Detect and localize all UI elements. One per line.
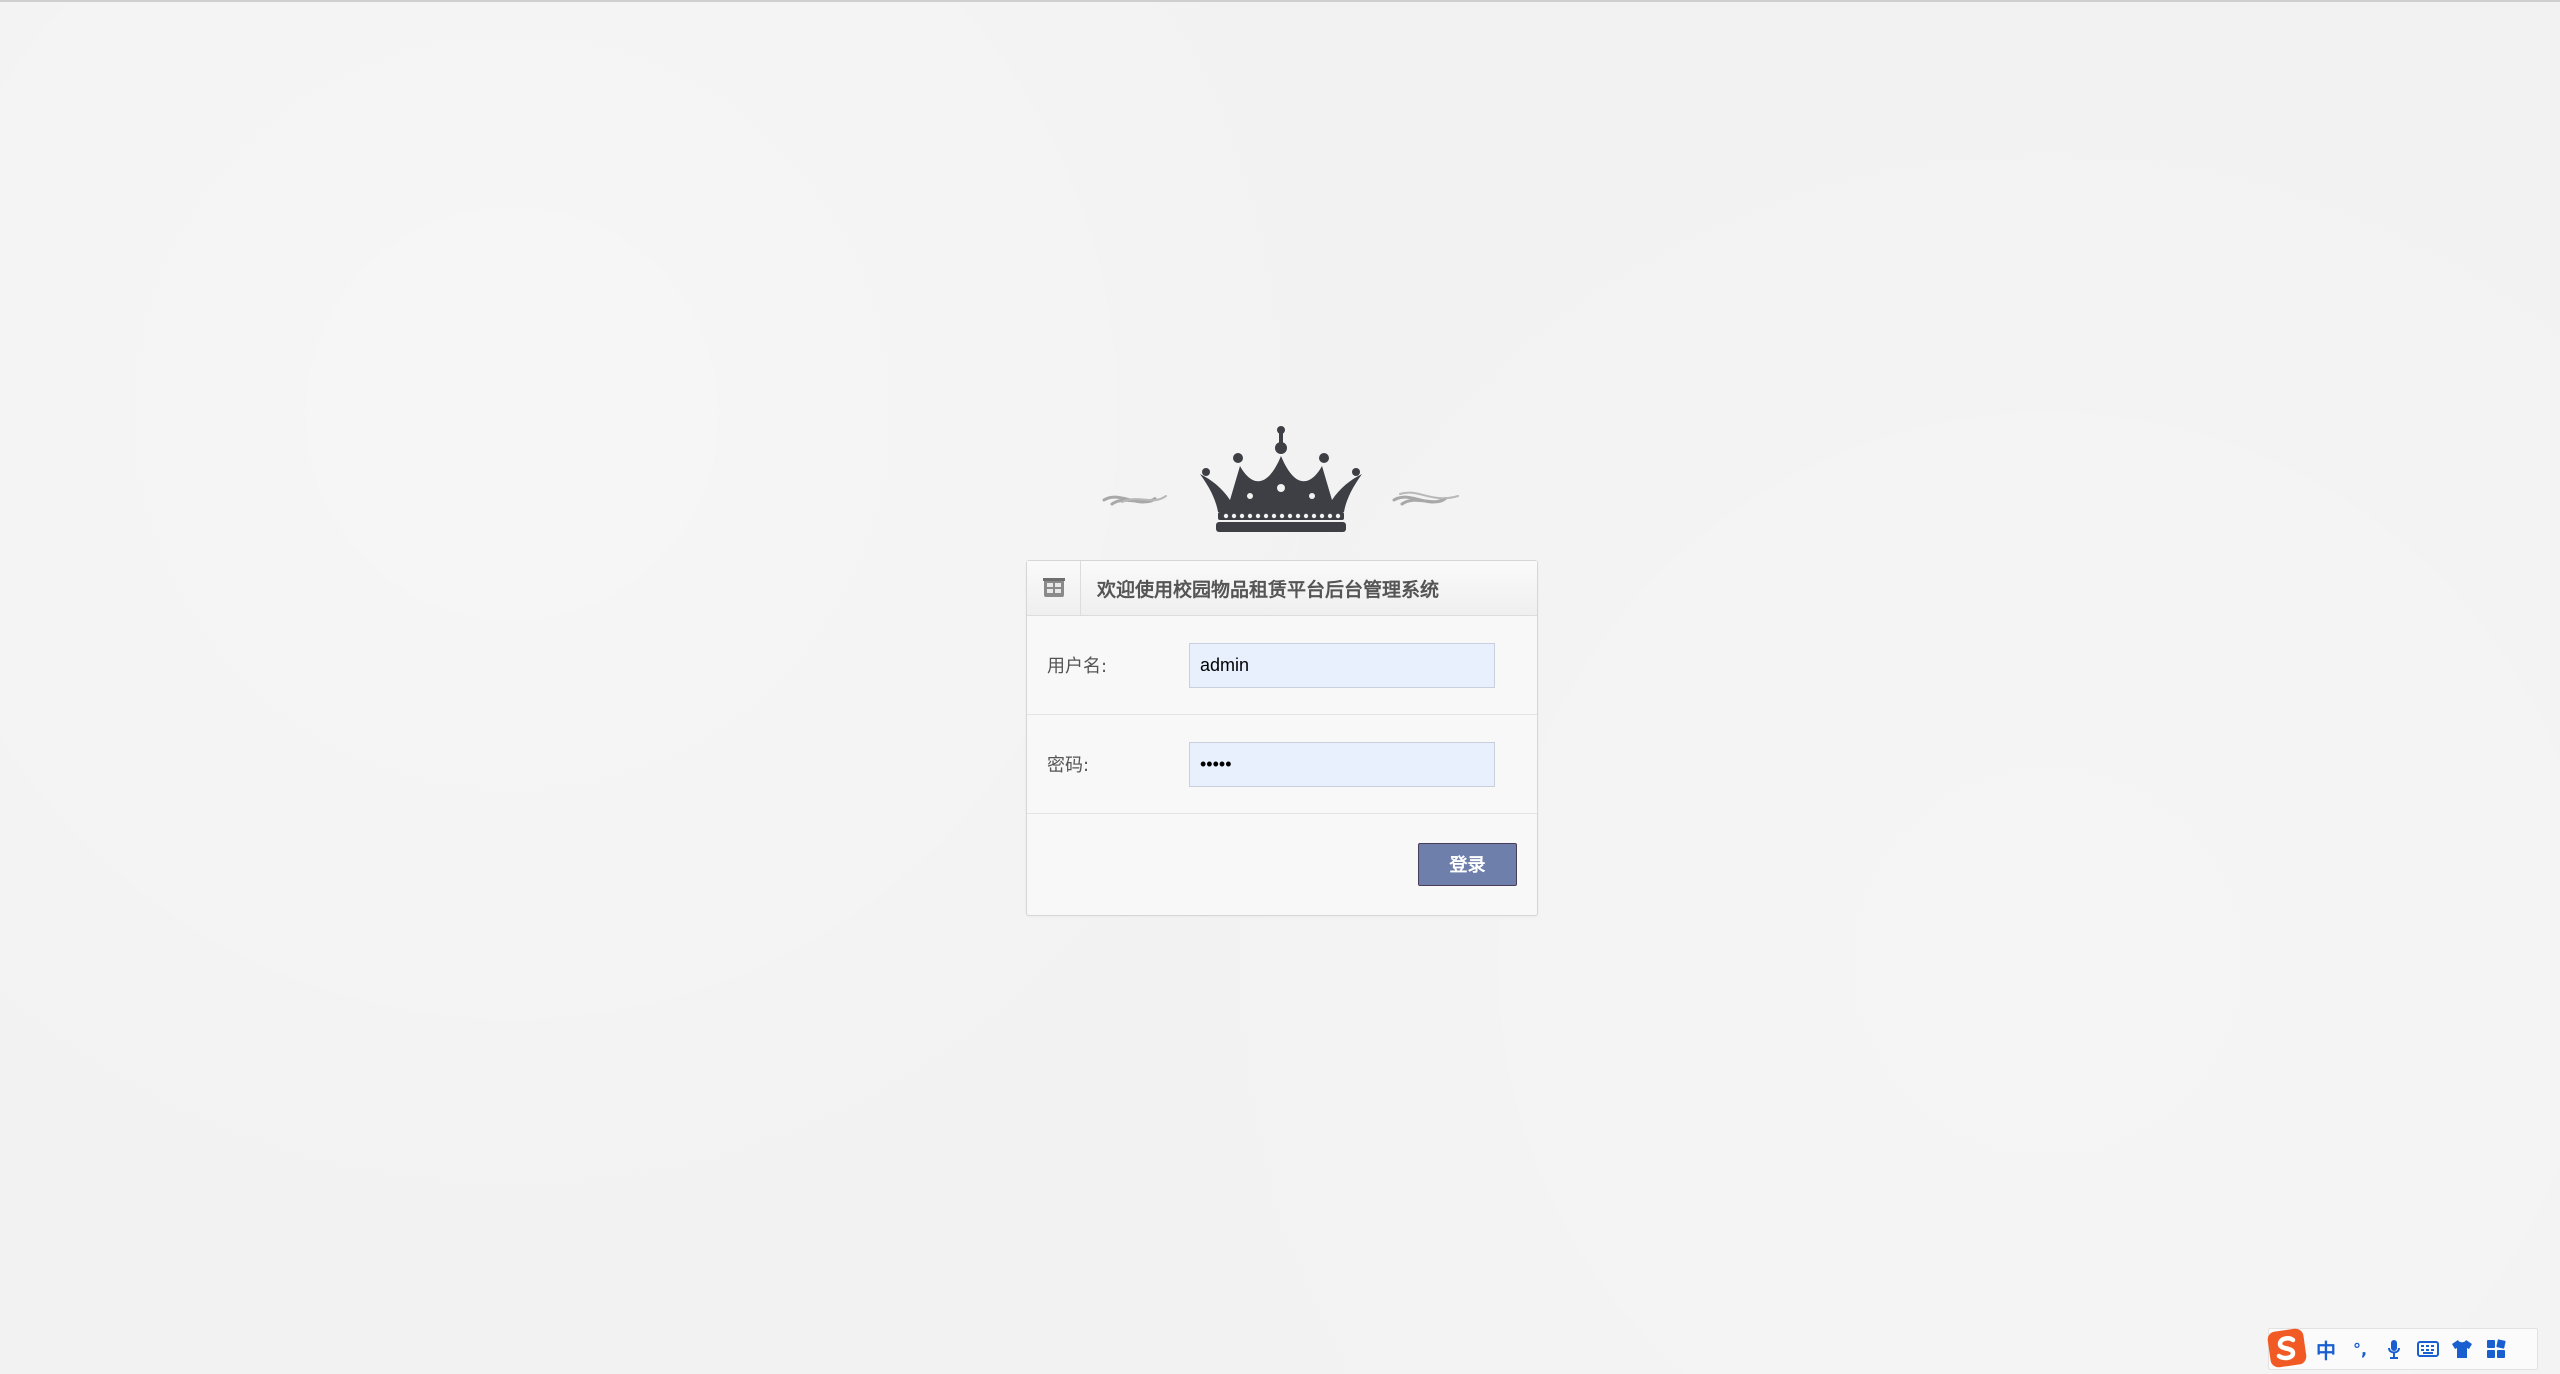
- keyboard-icon[interactable]: [2411, 1331, 2445, 1367]
- username-row: 用户名:: [1027, 616, 1537, 715]
- ime-toolbar: 中 °,: [2265, 1326, 2538, 1370]
- microphone-icon[interactable]: [2377, 1331, 2411, 1367]
- username-input[interactable]: [1189, 642, 1495, 688]
- login-page: 欢迎使用校园物品租赁平台后台管理系统 用户名: 密码: 登录 中 °,: [0, 0, 2560, 1374]
- password-label: 密码:: [1047, 755, 1090, 776]
- username-label: 用户名:: [1047, 656, 1108, 677]
- login-header: 欢迎使用校园物品租赁平台后台管理系统: [1027, 561, 1537, 616]
- building-icon: [1042, 578, 1065, 597]
- password-row: 密码:: [1027, 715, 1537, 814]
- password-input[interactable]: [1189, 741, 1495, 787]
- building-icon-box: [1027, 561, 1081, 615]
- crown-logo-icon: [1102, 426, 1459, 532]
- toolbox-grid-icon[interactable]: [2479, 1331, 2513, 1367]
- actions-row: 登录: [1027, 814, 1537, 914]
- sogou-logo-icon[interactable]: [2265, 1326, 2309, 1370]
- skin-shirt-icon[interactable]: [2445, 1331, 2479, 1367]
- ime-language-toggle[interactable]: 中: [2309, 1331, 2343, 1367]
- login-title: 欢迎使用校园物品租赁平台后台管理系统: [1097, 578, 1440, 601]
- ime-punctuation-toggle[interactable]: °,: [2343, 1331, 2377, 1367]
- login-form: 欢迎使用校园物品租赁平台后台管理系统 用户名: 密码: 登录: [1026, 560, 1538, 916]
- login-button[interactable]: 登录: [1418, 842, 1517, 886]
